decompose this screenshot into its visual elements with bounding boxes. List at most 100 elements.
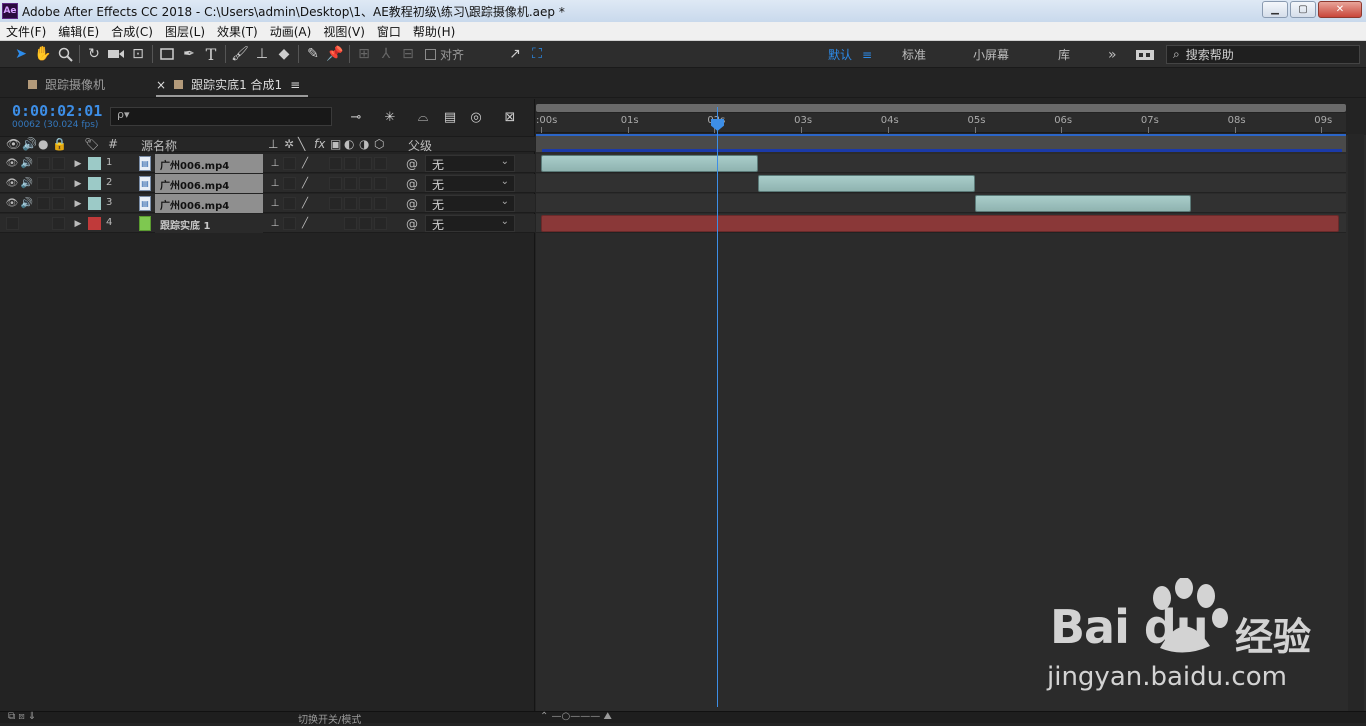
current-time-indicator[interactable] — [717, 107, 718, 707]
3d-toggle[interactable] — [374, 197, 387, 210]
draft-3d-icon[interactable]: ✳ — [380, 107, 400, 127]
zoom-tool-icon[interactable] — [54, 43, 76, 65]
adjustment-toggle[interactable] — [359, 177, 372, 190]
minimize-button[interactable]: ▁ — [1262, 1, 1288, 18]
collapse-toggle[interactable] — [283, 177, 296, 190]
frame-blend-toggle[interactable] — [329, 177, 342, 190]
snap-toggle[interactable]: 对齐 — [425, 46, 464, 63]
3d-toggle[interactable] — [374, 177, 387, 190]
frame-blending-icon[interactable]: ▤ — [440, 107, 460, 127]
pick-whip-icon[interactable]: @ — [405, 216, 419, 231]
collapse-toggle[interactable] — [283, 217, 296, 230]
rotate-tool-icon[interactable]: ↻ — [83, 43, 105, 65]
help-search-input[interactable]: ⌕ 搜索帮助 — [1166, 45, 1360, 64]
quality-toggle-icon[interactable]: ╱ — [298, 216, 312, 231]
lock-toggle[interactable] — [52, 217, 65, 230]
layer-row-1[interactable]: 👁 🔊 ▶ 1 ▤ 广州006.mp4 ⊥ ╱ @ 无 ⌄ — [0, 154, 535, 173]
solo-toggle[interactable] — [37, 157, 50, 170]
layer-label-color[interactable] — [88, 177, 101, 190]
tab-menu-icon[interactable]: ≡ — [290, 78, 300, 92]
lock-toggle[interactable] — [52, 177, 65, 190]
menu-composition[interactable]: 合成(C) — [105, 23, 159, 40]
camera-tool-icon[interactable] — [105, 43, 127, 65]
layer-name[interactable]: 广州006.mp4 — [155, 194, 263, 213]
video-toggle-icon[interactable]: 👁 — [5, 196, 19, 211]
3d-toggle[interactable] — [374, 217, 387, 230]
comp-flowchart-icon[interactable]: ⊸ — [346, 107, 366, 127]
maximize-button[interactable]: ▢ — [1290, 1, 1316, 18]
frame-blend-toggle[interactable] — [329, 157, 342, 170]
workspace-libraries[interactable]: 库 — [1058, 41, 1070, 68]
layer-label-color[interactable] — [88, 217, 101, 230]
world-axis-icon[interactable]: ⅄ — [375, 43, 397, 65]
brush-tool-icon[interactable]: 🖌 — [229, 43, 251, 65]
quality-toggle-icon[interactable]: ╱ — [298, 156, 312, 171]
type-tool-icon[interactable]: T — [200, 43, 222, 65]
layer-row-3[interactable]: 👁 🔊 ▶ 3 ▤ 广州006.mp4 ⊥ ╱ @ 无 ⌄ — [0, 194, 535, 213]
menu-window[interactable]: 窗口 — [371, 23, 407, 40]
tab-tracking-camera[interactable]: 跟踪摄像机 — [28, 76, 105, 93]
parent-dropdown[interactable]: 无 ⌄ — [425, 215, 515, 232]
adjustment-toggle[interactable] — [359, 197, 372, 210]
motion-blur-icon[interactable]: ◎ — [466, 107, 486, 127]
workspace-sync-icon[interactable] — [1135, 41, 1155, 68]
snap-options-icon[interactable]: ↗ — [504, 43, 526, 65]
graph-editor-icon[interactable]: ⊠ — [500, 107, 520, 127]
pick-whip-icon[interactable]: @ — [405, 176, 419, 191]
snap-target-icon[interactable]: ⛶ — [526, 43, 548, 65]
3d-toggle[interactable] — [374, 157, 387, 170]
audio-toggle-icon[interactable]: 🔊 — [20, 156, 34, 171]
work-area-bar[interactable] — [536, 134, 1346, 152]
layer-label-color[interactable] — [88, 197, 101, 210]
layer-name[interactable]: 广州006.mp4 — [155, 154, 263, 173]
menu-animation[interactable]: 动画(A) — [264, 23, 318, 40]
workspace-standard[interactable]: 标准 — [902, 41, 926, 68]
pen-tool-icon[interactable]: ✒ — [178, 43, 200, 65]
layer-name[interactable]: 跟踪实底 1 — [155, 214, 263, 233]
quality-toggle-icon[interactable]: ╱ — [298, 176, 312, 191]
parent-dropdown[interactable]: 无 ⌄ — [425, 175, 515, 192]
eraser-tool-icon[interactable]: ◆ — [273, 43, 295, 65]
menu-view[interactable]: 视图(V) — [317, 23, 371, 40]
collapse-toggle[interactable] — [283, 197, 296, 210]
roto-brush-tool-icon[interactable]: ✎ — [302, 43, 324, 65]
workspace-menu-icon[interactable]: ≡ — [862, 48, 872, 62]
solo-toggle[interactable] — [37, 177, 50, 190]
audio-toggle-icon[interactable]: 🔊 — [20, 176, 34, 191]
tab-close-icon[interactable]: × — [156, 78, 166, 92]
motion-blur-toggle[interactable] — [344, 217, 357, 230]
pan-behind-tool-icon[interactable]: ⊡ — [127, 43, 149, 65]
rectangle-tool-icon[interactable] — [156, 43, 178, 65]
source-name-column-header[interactable]: 源名称 — [141, 137, 177, 154]
shy-layers-icon[interactable]: ⌓ — [413, 107, 433, 127]
motion-blur-toggle[interactable] — [344, 157, 357, 170]
expand-arrow-icon[interactable]: ▶ — [72, 176, 84, 191]
toggle-switches-modes-button[interactable]: 切换开关/模式 — [298, 711, 361, 726]
layer-duration-bar[interactable] — [757, 175, 975, 192]
hand-tool-icon[interactable]: ✋ — [32, 43, 54, 65]
view-axis-icon[interactable]: ⊟ — [397, 43, 419, 65]
pick-whip-icon[interactable]: @ — [405, 196, 419, 211]
solo-toggle[interactable] — [37, 197, 50, 210]
layer-duration-bar[interactable] — [541, 155, 758, 172]
clone-stamp-tool-icon[interactable]: ⊥ — [251, 43, 273, 65]
comp-mini-icons[interactable]: ⧉ ⧇ ⇓ — [8, 711, 36, 722]
quality-toggle-icon[interactable]: ╱ — [298, 196, 312, 211]
local-axis-icon[interactable]: ⊞ — [353, 43, 375, 65]
layer-duration-bar[interactable] — [974, 195, 1192, 212]
time-navigator-bar[interactable] — [536, 104, 1346, 112]
shy-toggle-icon[interactable]: ⊥ — [268, 156, 282, 171]
collapse-toggle[interactable] — [283, 157, 296, 170]
shy-toggle-icon[interactable]: ⊥ — [268, 176, 282, 191]
layer-label-color[interactable] — [88, 157, 101, 170]
menu-effect[interactable]: 效果(T) — [211, 23, 264, 40]
menu-file[interactable]: 文件(F) — [0, 23, 52, 40]
lock-toggle[interactable] — [52, 157, 65, 170]
adjustment-toggle[interactable] — [359, 157, 372, 170]
parent-dropdown[interactable]: 无 ⌄ — [425, 195, 515, 212]
video-toggle-icon[interactable]: 👁 — [5, 176, 19, 191]
pick-whip-icon[interactable]: @ — [405, 156, 419, 171]
expand-arrow-icon[interactable]: ▶ — [72, 156, 84, 171]
motion-blur-toggle[interactable] — [344, 177, 357, 190]
layer-search-input[interactable]: ρ▾ — [110, 107, 332, 126]
